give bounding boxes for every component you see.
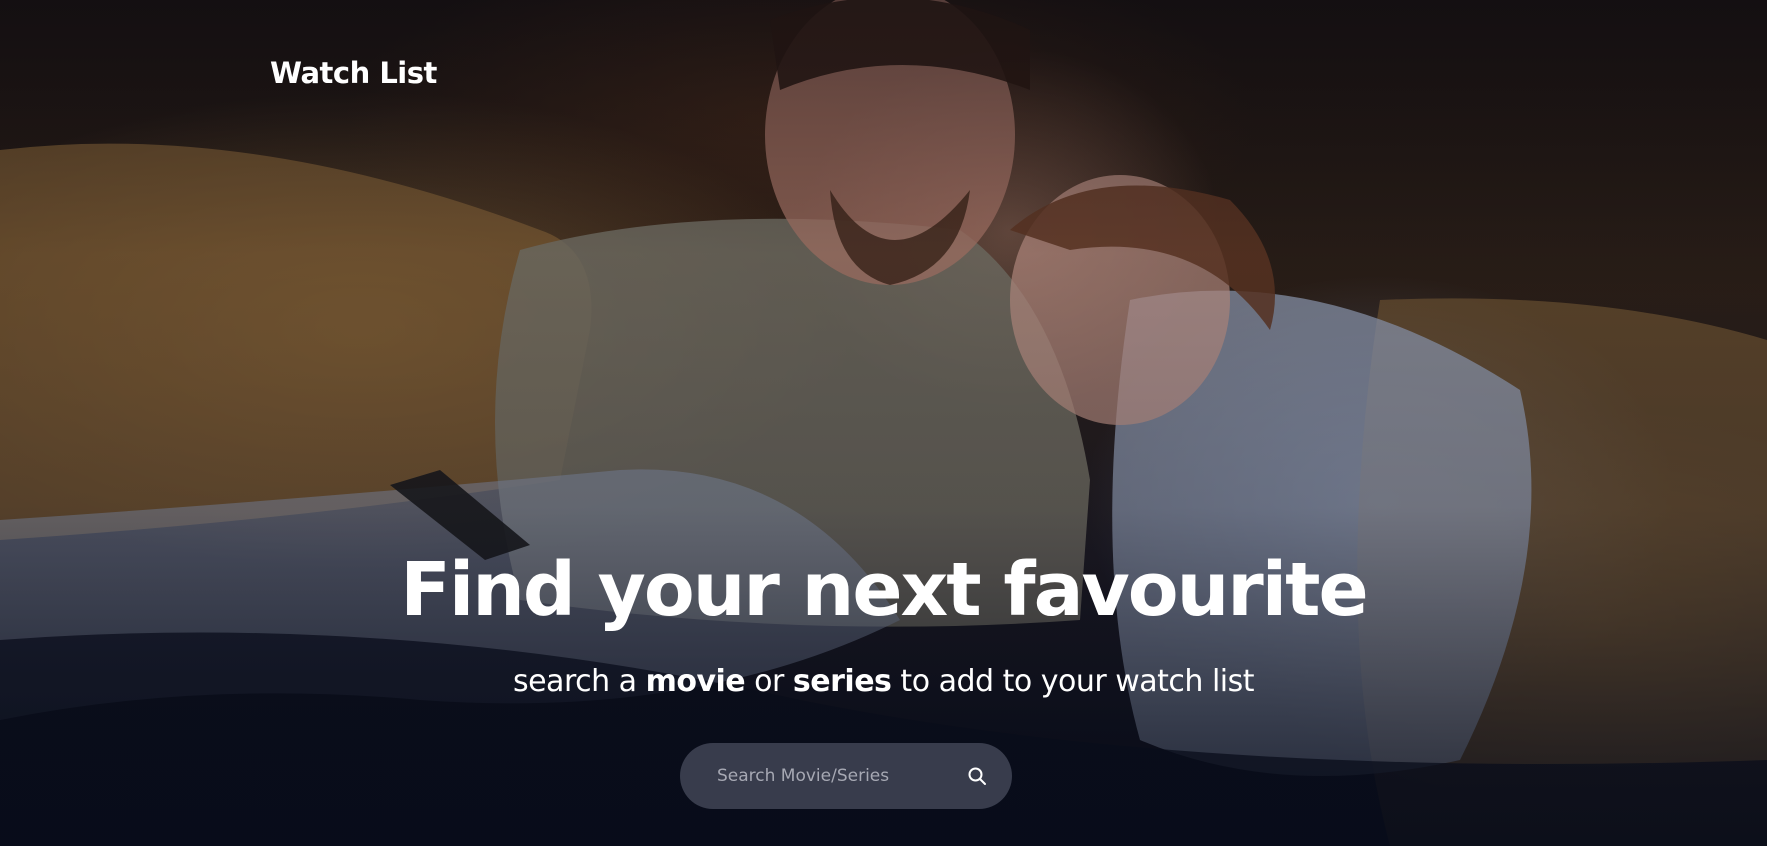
- hero-section: Watch List Find your next favourite sear…: [0, 0, 1767, 846]
- search-bar: [680, 743, 1012, 809]
- search-icon: [968, 767, 986, 785]
- search-input[interactable]: [717, 743, 947, 809]
- site-logo[interactable]: Watch List: [270, 56, 437, 90]
- hero-headline: Find your next favourite: [400, 547, 1368, 633]
- subline-text: search a: [512, 664, 646, 699]
- hero-subline: search a movie or series to add to your …: [0, 664, 1767, 700]
- subline-text: or: [745, 664, 793, 699]
- hero-background-image: [0, 0, 1767, 846]
- subline-text: to add to your watch list: [891, 664, 1255, 699]
- subline-movie-keyword: movie: [645, 664, 746, 699]
- subline-series-keyword: series: [792, 664, 892, 699]
- search-button[interactable]: [962, 761, 992, 791]
